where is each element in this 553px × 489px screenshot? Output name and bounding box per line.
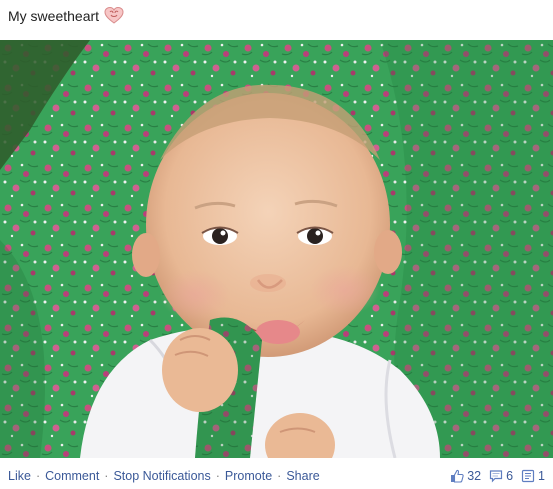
post-photo[interactable] <box>0 40 553 458</box>
stop-notifications-link[interactable]: Stop Notifications <box>113 469 210 483</box>
like-link[interactable]: Like <box>8 469 31 483</box>
comments-count-value: 6 <box>506 469 514 483</box>
post-actions: Like · Comment · Stop Notifications · Pr… <box>8 466 320 486</box>
share-link[interactable]: Share <box>286 469 319 483</box>
thumbs-up-icon <box>451 469 464 483</box>
shares-count-value: 1 <box>538 469 545 483</box>
comment-link[interactable]: Comment <box>45 469 99 483</box>
separator: · <box>277 469 282 483</box>
separator: · <box>35 469 41 483</box>
likes-count-value: 32 <box>467 469 482 483</box>
comments-count[interactable]: 6 <box>489 469 513 483</box>
separator: · <box>104 469 109 483</box>
share-icon <box>521 469 535 483</box>
heart-emoji-icon <box>104 6 124 26</box>
likes-count[interactable]: 32 <box>450 469 481 483</box>
promote-link[interactable]: Promote <box>225 469 272 483</box>
shares-count[interactable]: 1 <box>521 469 545 483</box>
post-stats: 32 6 1 <box>446 466 545 486</box>
separator: · <box>215 469 220 483</box>
caption-text: My sweetheart <box>8 8 100 24</box>
post-caption: My sweetheart <box>8 5 124 27</box>
comment-bubble-icon <box>489 470 503 483</box>
